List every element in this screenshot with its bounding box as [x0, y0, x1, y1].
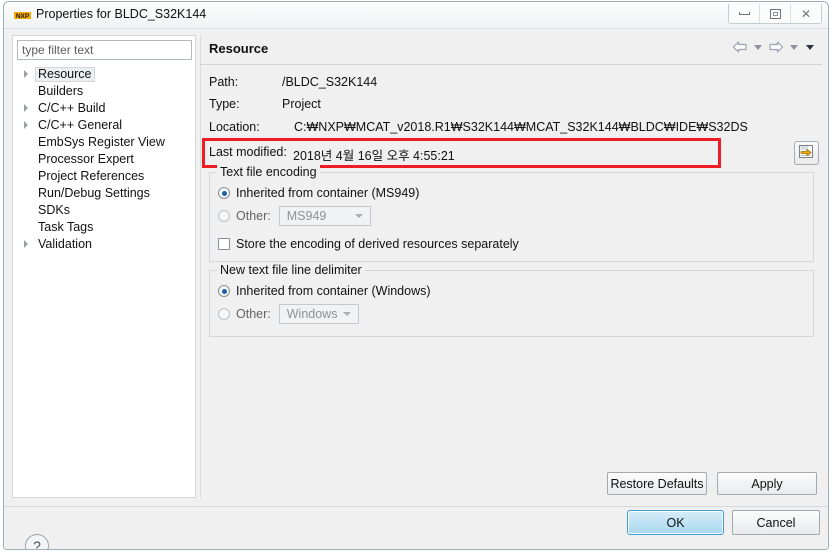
sidebar-item-cpp-build[interactable]: C/C++ Build	[13, 100, 195, 117]
sidebar-item-embsys-register-view[interactable]: EmbSys Register View	[13, 134, 195, 151]
page-nav-icons	[732, 40, 816, 54]
filter-input[interactable]	[17, 40, 192, 60]
encoding-select[interactable]: MS949	[279, 206, 371, 226]
radio-icon	[218, 285, 230, 297]
sidebar-item-run-debug-settings[interactable]: Run/Debug Settings	[13, 185, 195, 202]
minimize-icon	[739, 12, 750, 15]
chevron-down-icon	[355, 214, 363, 218]
chevron-right-icon[interactable]	[24, 70, 28, 78]
footer-divider	[4, 506, 828, 507]
store-derived-checkbox[interactable]: Store the encoding of derived resources …	[218, 235, 519, 253]
encoding-other-label: Other:	[236, 209, 271, 223]
last-modified-value: 2018년 4월 16일 오후 4:55:21	[293, 145, 455, 164]
encoding-inherited-label: Inherited from container (MS949)	[236, 186, 419, 200]
delimiter-inherited-label: Inherited from container (Windows)	[236, 284, 431, 298]
last-modified-label: Last modified:	[209, 145, 287, 159]
ok-button[interactable]: OK	[627, 510, 724, 535]
restore-defaults-button[interactable]: Restore Defaults	[607, 472, 707, 495]
chevron-right-icon[interactable]	[24, 121, 28, 129]
delimiter-select[interactable]: Windows	[279, 304, 359, 324]
delimiter-inherited-radio[interactable]: Inherited from container (Windows)	[218, 282, 431, 300]
view-menu-chevron-down-icon[interactable]	[806, 45, 814, 50]
store-derived-label: Store the encoding of derived resources …	[236, 237, 519, 251]
sidebar-item-label: Validation	[35, 237, 95, 252]
resource-page: Resource	[200, 35, 822, 498]
type-label: Type:	[209, 97, 240, 111]
delimiter-other-label: Other:	[236, 307, 271, 321]
delimiter-select-value: Windows	[280, 307, 338, 321]
sidebar-item-label: C/C++ Build	[35, 101, 108, 116]
sidebar-item-validation[interactable]: Validation	[13, 236, 195, 253]
help-circle-icon[interactable]: ?	[25, 534, 49, 550]
radio-icon	[218, 210, 230, 222]
radio-icon	[218, 308, 230, 320]
sidebar-item-label: Run/Debug Settings	[35, 186, 153, 201]
group-title: Text file encoding	[217, 165, 320, 179]
sidebar-item-builders[interactable]: Builders	[13, 83, 195, 100]
location-value: C:₩NXP₩MCAT_v2018.R1₩S32K144₩MCAT_S32K14…	[294, 120, 748, 134]
sidebar-item-label: Processor Expert	[35, 152, 137, 167]
svg-text:NXP: NXP	[16, 13, 30, 20]
chevron-down-icon	[343, 312, 351, 316]
sidebar-item-cpp-general[interactable]: C/C++ General	[13, 117, 195, 134]
title-bar: NXP Properties for BLDC_S32K144 ✕	[4, 2, 828, 29]
chevron-down-icon[interactable]	[790, 45, 798, 50]
sidebar-item-resource[interactable]: Resource	[13, 66, 195, 83]
sidebar-item-label: SDKs	[35, 203, 73, 218]
edit-location-button[interactable]	[794, 141, 819, 165]
sidebar-item-sdks[interactable]: SDKs	[13, 202, 195, 219]
encoding-select-value: MS949	[280, 209, 327, 223]
sidebar-item-processor-expert[interactable]: Processor Expert	[13, 151, 195, 168]
minimize-button[interactable]	[729, 4, 760, 23]
page-title: Resource	[209, 41, 268, 56]
text-file-encoding-group: Text file encoding Inherited from contai…	[209, 172, 814, 262]
maximize-button[interactable]	[760, 4, 791, 23]
close-button[interactable]: ✕	[791, 4, 821, 23]
encoding-inherited-radio[interactable]: Inherited from container (MS949)	[218, 184, 419, 202]
type-value: Project	[282, 97, 321, 111]
window-title: Properties for BLDC_S32K144	[36, 7, 206, 21]
encoding-other-row[interactable]: Other: MS949	[218, 207, 371, 225]
properties-dialog: NXP Properties for BLDC_S32K144 ✕ Resou	[3, 1, 829, 550]
location-label: Location:	[209, 120, 260, 134]
arrow-left-icon[interactable]	[732, 40, 748, 54]
group-title: New text file line delimiter	[217, 263, 365, 277]
sidebar-item-label: EmbSys Register View	[35, 135, 168, 150]
dialog-body: Resource Builders C/C++ Build C/C++ Gene…	[4, 29, 828, 549]
line-delimiter-group: New text file line delimiter Inherited f…	[209, 270, 814, 337]
radio-icon	[218, 187, 230, 199]
path-value: /BLDC_S32K144	[282, 75, 377, 89]
cancel-button[interactable]: Cancel	[732, 510, 820, 535]
sidebar-item-task-tags[interactable]: Task Tags	[13, 219, 195, 236]
delimiter-other-row[interactable]: Other: Windows	[218, 305, 359, 323]
path-label: Path:	[209, 75, 238, 89]
arrow-right-icon[interactable]	[768, 40, 784, 54]
sidebar-item-label: Resource	[35, 67, 95, 82]
apply-button[interactable]: Apply	[717, 472, 817, 495]
sidebar-item-label: C/C++ General	[35, 118, 125, 133]
chevron-down-icon[interactable]	[754, 45, 762, 50]
close-icon: ✕	[801, 8, 811, 20]
sidebar-item-label: Project References	[35, 169, 147, 184]
window-controls: ✕	[728, 4, 822, 24]
checkbox-icon	[218, 238, 230, 250]
settings-tree: Resource Builders C/C++ Build C/C++ Gene…	[13, 66, 195, 253]
nxp-logo-icon: NXP	[14, 9, 31, 22]
settings-tree-panel: Resource Builders C/C++ Build C/C++ Gene…	[12, 35, 196, 498]
maximize-icon	[770, 9, 781, 19]
page-header: Resource	[201, 35, 822, 65]
sidebar-item-project-references[interactable]: Project References	[13, 168, 195, 185]
sidebar-item-label: Task Tags	[35, 220, 96, 235]
sidebar-item-label: Builders	[35, 84, 86, 99]
edit-location-icon	[799, 145, 814, 162]
chevron-right-icon[interactable]	[24, 104, 28, 112]
chevron-right-icon[interactable]	[24, 240, 28, 248]
